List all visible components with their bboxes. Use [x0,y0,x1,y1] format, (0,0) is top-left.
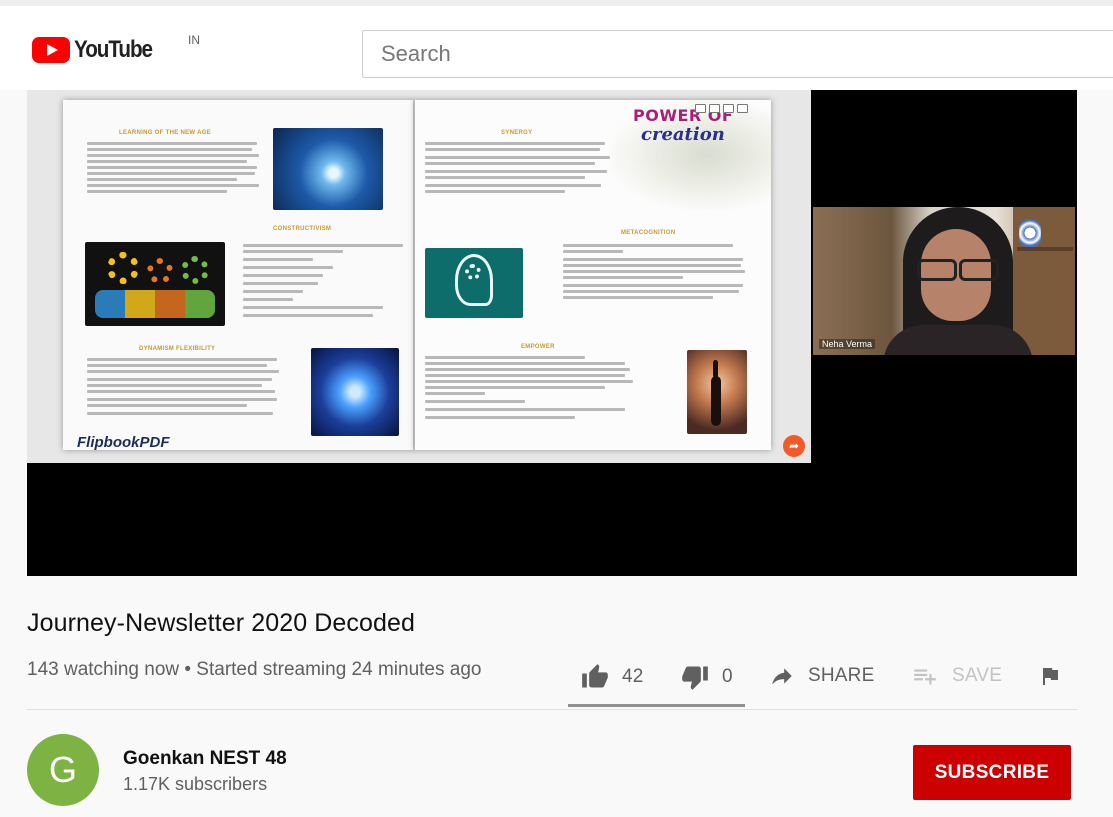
flipbook-share-icon[interactable]: ➦ [783,435,805,457]
head-gears-image [425,248,523,318]
flag-icon [1043,668,1058,685]
like-ratio-bar [568,704,745,707]
like-ratio-fill [568,704,745,707]
youtube-logo[interactable]: YouTube IN [32,33,200,64]
share-label: SHARE [808,665,875,686]
subscriber-count: 1.17K subscribers [123,774,268,794]
participant-name: Neha Verma [819,339,876,349]
flipbook-brand: FlipbookPDF [77,434,170,450]
search-box[interactable] [362,30,1113,78]
thumbs-down-icon [682,666,708,690]
play-logo-icon [32,37,70,63]
book-heading-creation: creation [641,124,725,145]
video-player[interactable]: LEARNING OF THE NEW AGE CONSTRUCTIVISM D… [27,90,1077,576]
video-actions: 42 0 SHARE SAVE [568,652,1078,707]
gears-people-image [85,242,225,326]
video-title: Journey-Newsletter 2020 Decoded [27,609,416,637]
like-count: 42 [622,666,644,687]
video-meta: 143 watching now • Started streaming 24 … [27,659,482,680]
flipbook-screen: LEARNING OF THE NEW AGE CONSTRUCTIVISM D… [27,90,811,463]
flipbook-toolbar [695,104,748,113]
fullscreen-icon[interactable] [709,104,720,113]
globe-hands-image [273,128,383,210]
save-label: SAVE [952,665,1003,686]
flipbook-left-page: LEARNING OF THE NEW AGE CONSTRUCTIVISM D… [63,100,415,450]
subscribe-button[interactable]: SUBSCRIBE [913,745,1071,800]
vase-icon [1019,219,1041,247]
dislike-button[interactable]: 0 [680,663,733,691]
logo-text: YouTube [74,36,153,63]
prev-page-icon[interactable] [723,104,734,113]
share-arrow-icon [772,668,792,685]
report-button[interactable] [1038,663,1062,689]
search-input[interactable] [363,31,1113,77]
flipbook-right-page: POWER OF creation SYNERGY METACOGNITION [415,100,771,450]
brain-lungs-image [311,348,399,436]
zoom-icon[interactable] [695,104,706,113]
share-button[interactable]: SHARE [768,663,874,689]
save-button[interactable]: SAVE [910,663,1002,689]
masthead: YouTube IN [0,0,1113,90]
channel-avatar[interactable]: G [27,734,99,806]
participant-webcam: Neha Verma [813,207,1075,355]
silhouette-fist-image [687,350,747,434]
next-page-icon[interactable] [737,104,748,113]
channel-name[interactable]: Goenkan NEST 48 [123,748,287,770]
thumbs-up-icon [582,664,608,688]
dislike-count: 0 [722,666,733,687]
playlist-add-icon [914,669,936,685]
like-button[interactable]: 42 [580,663,644,691]
divider [27,709,1077,710]
country-code: IN [188,33,200,47]
